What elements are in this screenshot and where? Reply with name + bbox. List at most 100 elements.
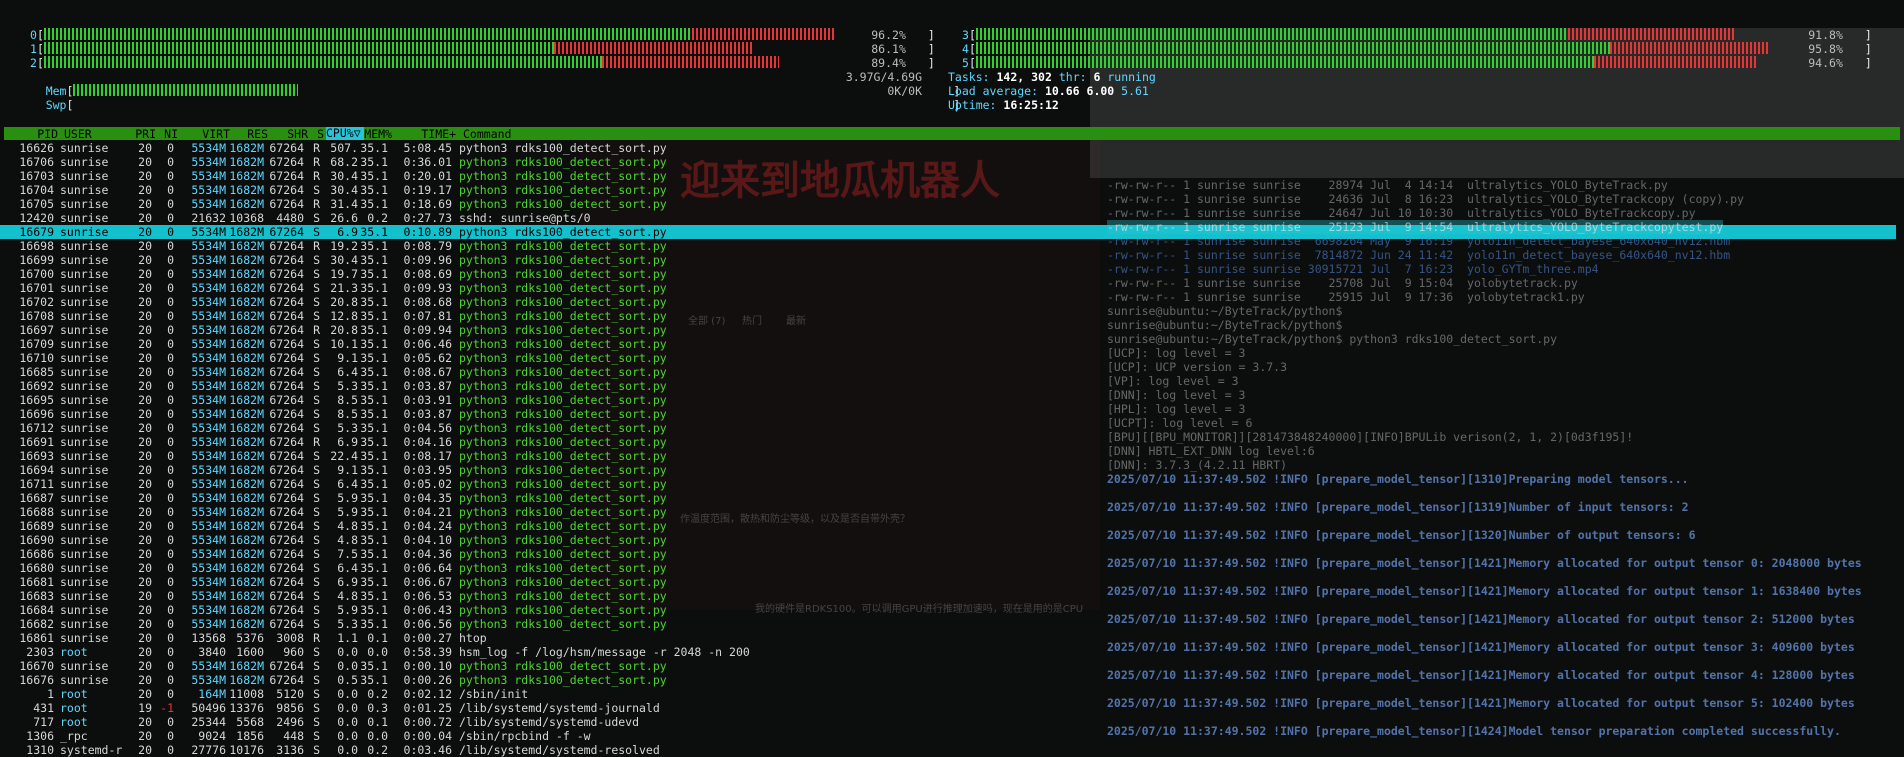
cell-time: 0:08.68 xyxy=(403,295,452,309)
cell-pri: 20 xyxy=(138,197,152,211)
cpu-meter-value: 94.6% xyxy=(1808,56,1843,68)
cell-user: root xyxy=(60,687,88,701)
cell-cmd: python3 rdks100_detect_sort.py xyxy=(459,281,667,295)
cell-pid: 16712 xyxy=(19,421,54,435)
uptime: Uptime: 16:25:12 xyxy=(948,98,1059,112)
cell-pri: 20 xyxy=(138,491,152,505)
cell-mem: 35.1 xyxy=(360,295,388,309)
cell-time: 0:09.94 xyxy=(403,323,452,337)
cell-cpu: 6.4 xyxy=(337,477,358,491)
cell-shr: 67264 xyxy=(269,407,304,421)
cell-s: S xyxy=(313,365,320,379)
cell-shr: 67264 xyxy=(269,589,304,603)
cell-s: S xyxy=(313,295,320,309)
cell-mem: 0.0 xyxy=(367,645,388,659)
cell-shr: 67264 xyxy=(269,239,304,253)
process-table-header[interactable]: PID USER PRI NI VIRT RES SHR S CPU%▽ MEM… xyxy=(4,127,1900,141)
cell-time: 0:04.21 xyxy=(403,505,452,519)
terminal-line: sunrise@ubuntu:~/ByteTrack/python$ xyxy=(1107,304,1343,318)
cell-virt: 3840 xyxy=(198,645,226,659)
cell-user: sunrise xyxy=(60,281,109,295)
cell-s: S xyxy=(313,715,320,729)
process-row[interactable]: 16706 sunrise 20 0 5534M 1682M 67264 R 68.2 35.1 0… xyxy=(0,155,1896,169)
cell-pri: 20 xyxy=(138,561,152,575)
cell-mem: 35.1 xyxy=(360,225,388,239)
cell-pid: 16692 xyxy=(19,379,54,393)
cell-cpu: 0.0 xyxy=(337,715,358,729)
cell-pid: 16688 xyxy=(19,505,54,519)
cell-time: 0:00.10 xyxy=(403,659,452,673)
cell-user: sunrise xyxy=(60,477,109,491)
cell-cmd: python3 rdks100_detect_sort.py xyxy=(459,267,667,281)
mem-meter: Mem[] 3.97G/4.69G xyxy=(45,70,961,98)
cpu-meter-value: 96.2% xyxy=(871,28,906,40)
col-pid[interactable]: PID xyxy=(8,127,58,141)
htop-terminal: 迎来到地瓜机器人 全部 (7) 热门 最新 作温度范围，散热和防尘等级，以及是否… xyxy=(0,0,1904,757)
cell-cmd: python3 rdks100_detect_sort.py xyxy=(459,575,667,589)
cell-shr: 67264 xyxy=(269,351,304,365)
cell-pid: 16702 xyxy=(19,295,54,309)
cell-s: S xyxy=(313,407,320,421)
cell-mem: 35.1 xyxy=(360,155,388,169)
cpu-meter-4: 4[95.8%] xyxy=(962,42,1872,56)
cell-mem: 35.1 xyxy=(360,141,388,155)
cell-pid: 16709 xyxy=(19,337,54,351)
cell-virt: 5534M xyxy=(191,323,226,337)
cell-pri: 20 xyxy=(138,519,152,533)
cell-shr: 67264 xyxy=(269,435,304,449)
col-mem[interactable]: MEM% xyxy=(362,127,392,141)
cell-cpu: 5.9 xyxy=(337,603,358,617)
cell-cpu: 4.8 xyxy=(337,533,358,547)
terminal-line: sunrise@ubuntu:~/ByteTrack/python$ xyxy=(1107,318,1343,332)
terminal-line: 2025/07/10 11:37:49.502 !INFO [prepare_m… xyxy=(1107,612,1855,626)
cpu-meter-5: 5[94.6%] xyxy=(962,56,1872,70)
cpu-meter-3: 3[91.8%] xyxy=(962,28,1872,42)
col-cpu-sorted[interactable]: CPU%▽ xyxy=(326,127,364,140)
terminal-line: 2025/07/10 11:37:49.502 !INFO [prepare_m… xyxy=(1107,472,1689,486)
cell-shr: 67264 xyxy=(269,603,304,617)
process-row[interactable]: 16626 sunrise 20 0 5534M 1682M 67264 R 507. 35.1 5… xyxy=(0,141,1896,155)
cell-pid: 16708 xyxy=(19,309,54,323)
cell-shr: 67264 xyxy=(269,477,304,491)
cell-shr: 67264 xyxy=(269,561,304,575)
cell-pid: 16694 xyxy=(19,463,54,477)
cell-cmd: python3 rdks100_detect_sort.py xyxy=(459,491,667,505)
cell-time: 0:07.81 xyxy=(403,309,452,323)
cell-cpu: 21.3 xyxy=(330,281,358,295)
cell-cmd: python3 rdks100_detect_sort.py xyxy=(459,603,667,617)
cell-time: 0:00.27 xyxy=(403,631,452,645)
col-virt[interactable]: VIRT xyxy=(172,127,230,141)
cell-shr: 67264 xyxy=(269,673,304,687)
col-pri[interactable]: PRI xyxy=(130,127,156,141)
col-command[interactable]: Command xyxy=(463,127,511,141)
cell-s: S xyxy=(313,477,320,491)
cell-cmd: hsm_log -f /log/hsm/message -r 2048 -n 2… xyxy=(459,645,750,659)
cell-shr: 67264 xyxy=(269,491,304,505)
cell-time: 0:03.91 xyxy=(403,393,452,407)
cell-pri: 20 xyxy=(138,155,152,169)
cell-pri: 20 xyxy=(138,141,152,155)
cell-cmd: /lib/systemd/systemd-resolved xyxy=(459,743,660,757)
cell-virt: 5534M xyxy=(191,449,226,463)
cell-virt: 5534M xyxy=(191,295,226,309)
cell-cmd: python3 rdks100_detect_sort.py xyxy=(459,519,667,533)
cell-s: S xyxy=(313,337,320,351)
cell-pid: 16695 xyxy=(19,393,54,407)
cpu-meter-label: 0 xyxy=(30,28,37,42)
cell-time: 0:08.67 xyxy=(403,365,452,379)
cell-virt: 5534M xyxy=(191,673,226,687)
cell-shr: 67264 xyxy=(269,547,304,561)
cell-virt: 5534M xyxy=(191,491,226,505)
col-shr[interactable]: SHR xyxy=(260,127,308,141)
cell-shr: 67264 xyxy=(269,449,304,463)
col-state[interactable]: S xyxy=(312,127,324,141)
cell-virt: 5534M xyxy=(191,365,226,379)
cell-mem: 35.1 xyxy=(360,477,388,491)
col-user[interactable]: USER xyxy=(64,127,134,141)
cell-cmd: python3 rdks100_detect_sort.py xyxy=(459,253,667,267)
terminal-line: -rw-rw-r-- 1 sunrise sunrise 7814872 Jun… xyxy=(1107,248,1731,262)
cell-virt: 5534M xyxy=(191,477,226,491)
cell-cmd: python3 rdks100_detect_sort.py xyxy=(459,463,667,477)
cell-pid: 16861 xyxy=(19,631,54,645)
col-time[interactable]: TIME+ xyxy=(392,127,456,141)
